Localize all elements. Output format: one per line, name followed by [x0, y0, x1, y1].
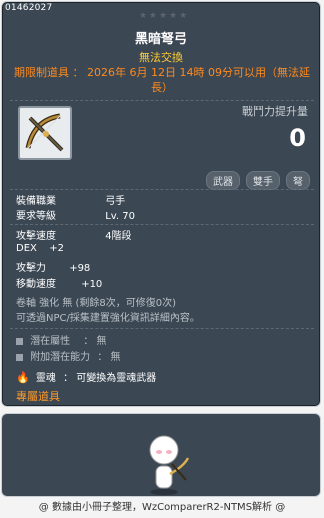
job-row: 裝備職業 弓手 [16, 192, 125, 207]
stat-attack: 攻擊力 +98 [16, 259, 90, 274]
additional-potential-label: 附加潛在能力 [30, 352, 91, 363]
attack-speed-value: 4階段 [105, 231, 132, 242]
divider [10, 100, 314, 101]
character-avatar [149, 435, 190, 495]
exclusive-item-label: 專屬道具 [16, 390, 60, 403]
job-value: 弓手 [105, 196, 126, 207]
star-force-indicator: ★★★★★ [138, 11, 190, 21]
soul-row: 🔥 靈魂 ： 可變換為靈魂武器 [16, 369, 156, 384]
divider [10, 328, 314, 329]
stat-value: +98 [69, 263, 91, 274]
item-icon-frame [18, 106, 72, 160]
stat-value: +10 [81, 279, 103, 290]
potential-label: 潛在屬性 [30, 336, 71, 347]
power-increase-value: 0 [289, 124, 306, 152]
additional-potential-value: ： 無 [97, 352, 121, 363]
expiry-notice: 期限制道具 ： 2026年 6月 12日 14時 09分可以用（無法延長） [14, 66, 310, 94]
potential-row: 潛在屬性 ： 無 [16, 332, 107, 347]
badge-two-handed: 雙手 [246, 171, 280, 190]
flame-icon: 🔥 [16, 371, 30, 384]
stat-dex: DEX +2 [16, 243, 64, 254]
level-row: 要求等級 Lv. 70 [16, 207, 135, 222]
character-preview-panel [1, 413, 321, 497]
item-tooltip: 01462027 ★★★★★ 黑暗弩弓 無法交換 期限制道具 ： 2026年 6… [1, 1, 321, 407]
category-badges: 武器 雙手 弩 [206, 171, 310, 190]
stat-value: +2 [49, 243, 64, 254]
attack-speed-label: 攻擊速度 [16, 231, 56, 242]
level-label: 要求等級 [16, 211, 56, 222]
stat-speed: 移動速度 +10 [16, 275, 102, 290]
item-id: 01462027 [5, 3, 53, 13]
soul-value: ： 可變換為靈魂武器 [63, 373, 157, 384]
attack-speed-row: 攻擊速度 4階段 [16, 227, 132, 242]
divider [10, 189, 314, 190]
additional-potential-icon [16, 353, 23, 361]
stat-label: 攻擊力 [16, 263, 46, 274]
job-label: 裝備職業 [16, 196, 56, 207]
power-increase-label: 戰鬥力提升量 [242, 105, 308, 118]
soul-label: 靈魂 [35, 373, 56, 384]
additional-potential-row: 附加潛在能力 ： 無 [16, 348, 121, 363]
trade-status: 無法交換 [139, 51, 183, 64]
upgrade-hint: 可透過NPC/採集建置強化資訊詳細內容。 [16, 313, 200, 324]
item-name: 黑暗弩弓 [134, 32, 187, 47]
stat-label: 移動速度 [16, 279, 56, 290]
stat-label: DEX [16, 243, 37, 254]
crossbow-icon [25, 113, 64, 152]
badge-weapon: 武器 [206, 171, 240, 190]
divider [10, 224, 314, 225]
credit-text: @ 數據由小冊子整理，WzComparerR2-NTMS解析 @ [38, 502, 286, 513]
potential-icon [16, 337, 23, 345]
level-value: Lv. 70 [105, 211, 135, 222]
potential-value: ： 無 [83, 336, 107, 347]
badge-crossbow: 弩 [286, 171, 310, 190]
upgrade-info: 卷軸 強化 無 (剩餘8次，可修復0次) [16, 298, 177, 309]
